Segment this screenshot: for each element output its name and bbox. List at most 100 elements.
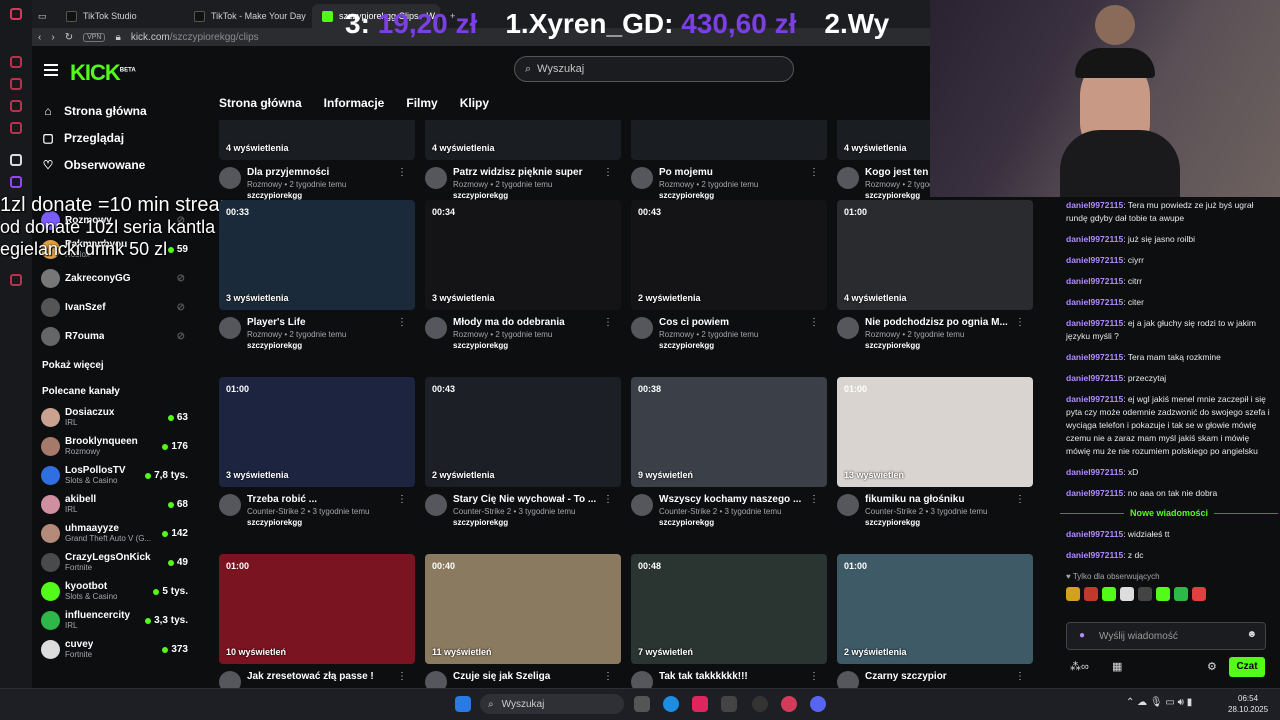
emote-icon[interactable] [1066,587,1080,601]
back-icon[interactable]: ‹ [38,32,41,43]
slack-icon[interactable] [721,696,737,712]
clip-card[interactable]: 00:40 11 wyświetleń Czuje się jak Szelig… [425,554,621,688]
avatar[interactable] [837,317,859,339]
chat-username[interactable]: daniel9972115 [1066,488,1123,498]
avatar[interactable] [631,671,653,688]
emoji-icon[interactable]: ☻ [1246,629,1257,640]
clip-title[interactable]: Trzeba robić ... [247,494,397,505]
tray-icons[interactable]: ⌃ ☁ 🎙︎ ▭ 🔊︎ ▮ [1126,697,1192,708]
clip-thumbnail[interactable]: 00:48 7 wyświetleń [631,554,827,664]
clip-title[interactable]: Patrz widzisz pięknie super [453,167,603,178]
clip-card[interactable]: 01:00 10 wyświetleń Jak zresetować złą p… [219,554,415,688]
avatar[interactable] [219,494,241,516]
messenger-icon[interactable] [10,78,22,90]
more-options-icon[interactable]: ⋮ [397,671,407,682]
avatar[interactable] [837,494,859,516]
channel-item[interactable]: Dosiaczux IRL 63 [32,403,202,432]
clip-title[interactable]: Dla przyjemności [247,167,397,178]
clip-title[interactable]: Jak zresetować złą passe ! [247,671,397,682]
more-options-icon[interactable]: ⋮ [397,317,407,328]
chat-icon[interactable] [10,100,22,112]
clip-thumbnail[interactable]: 00:34 3 wyświetlenia [425,200,621,310]
avatar[interactable] [219,167,241,189]
more-options-icon[interactable]: ⋮ [603,317,613,328]
more-options-icon[interactable]: ⋮ [809,494,819,505]
clip-author[interactable]: szczypiorekgg [659,518,809,527]
clip-author[interactable]: szczypiorekgg [247,191,397,200]
chat-username[interactable]: daniel9972115 [1066,352,1123,362]
nav-browse[interactable]: ▢ Przeglądaj [32,124,202,151]
clip-author[interactable]: szczypiorekgg [453,341,603,350]
clip-author[interactable]: szczypiorekgg [865,341,1015,350]
emote-icon[interactable] [1192,587,1206,601]
clip-card[interactable]: 01:00 13 wyświetleń fikumiku na głośniku… [837,377,1033,527]
more-options-icon[interactable]: ⋮ [1015,671,1025,682]
windows-start-icon[interactable] [455,696,471,712]
more-options-icon[interactable]: ⋮ [1015,494,1025,505]
chat-username[interactable]: daniel9972115 [1066,255,1123,265]
video-app-icon[interactable] [692,696,708,712]
channel-item[interactable]: kyootbot Slots & Casino 5 tys. [32,577,202,606]
points-icon[interactable]: ⁂∞ [1070,660,1089,673]
clip-title[interactable]: Stary Cię Nie wychował - To ... [453,494,603,505]
clip-thumbnail[interactable]: 00:33 3 wyświetlenia [219,200,415,310]
avatar[interactable] [837,671,859,688]
tab-tiktok-studio[interactable]: TikTok Studio [56,4,184,28]
url-text[interactable]: kick.com/szczypiorekgg/clips [131,32,259,43]
chat-username[interactable]: daniel9972115 [1066,318,1123,328]
tab-videos[interactable]: Filmy [406,96,437,110]
clip-title[interactable]: Player's Life [247,317,397,328]
clip-thumbnail[interactable]: 00:43 2 wyświetlenia [425,377,621,487]
clip-card[interactable]: 01:00 3 wyświetlenia Trzeba robić ... Co… [219,377,415,527]
clip-card[interactable]: 00:34 3 wyświetlenia Młody ma do odebran… [425,200,621,350]
clip-title[interactable]: Cos ci powiem [659,317,809,328]
avatar[interactable] [631,167,653,189]
more-options-icon[interactable]: ⋮ [603,167,613,178]
clip-thumbnail[interactable] [631,120,827,160]
opera-icon[interactable] [10,8,22,20]
chat-username[interactable]: daniel9972115 [1066,373,1123,383]
clip-thumbnail[interactable]: 01:00 4 wyświetlenia [837,200,1033,310]
clip-card[interactable]: 00:43 2 wyświetlenia Cos ci powiem Rozmo… [631,200,827,350]
reload-icon[interactable]: ↻ [65,32,73,43]
clip-thumbnail[interactable]: 01:00 2 wyświetlenia [837,554,1033,664]
discord-icon[interactable] [810,696,826,712]
clip-title[interactable]: Czuje się jak Szeliga [453,671,603,682]
clip-thumbnail[interactable]: 01:00 10 wyświetleń [219,554,415,664]
chat-username[interactable]: daniel9972115 [1066,467,1123,477]
clip-card[interactable]: 00:33 3 wyświetlenia Player's Life Rozmo… [219,200,415,350]
emote-icon[interactable] [1174,587,1188,601]
avatar[interactable] [219,671,241,688]
channel-item[interactable]: influencercity IRL 3,3 tys. [32,606,202,635]
avatar[interactable] [631,317,653,339]
clip-author[interactable]: szczypiorekgg [659,341,809,350]
channel-item[interactable]: akibell IRL 68 [32,490,202,519]
emote-icon[interactable] [1084,587,1098,601]
clip-thumbnail[interactable]: 00:43 2 wyświetlenia [631,200,827,310]
vpn-badge[interactable]: VPN [83,32,106,42]
chat-username[interactable]: daniel9972115 [1066,529,1123,539]
channel-item[interactable]: uhmaayyze Grand Theft Auto V (G... 142 [32,519,202,548]
clip-thumbnail[interactable]: 00:40 11 wyświetleń [425,554,621,664]
avatar[interactable] [425,317,447,339]
twitch-icon[interactable] [10,176,22,188]
aria-icon[interactable] [10,56,22,68]
channel-item[interactable]: Brooklynqueen Rozmowy 176 [32,432,202,461]
clip-title[interactable]: Tak tak takkkkkk!!! [659,671,809,682]
emote-icon[interactable] [1120,587,1134,601]
search-input[interactable]: ⌕ Wyszukaj [514,56,794,82]
clip-author[interactable]: szczypiorekgg [659,191,809,200]
obs-icon[interactable] [752,696,768,712]
chat-settings-icon[interactable]: ⚙ [1207,660,1217,673]
clip-card[interactable]: 4 wyświetlenia Dla przyjemności Rozmowy … [219,120,415,200]
more-options-icon[interactable]: ⋮ [603,671,613,682]
more-options-icon[interactable]: ⋮ [1015,317,1025,328]
tab-info[interactable]: Informacje [324,96,385,110]
channel-item[interactable]: R7ouma ⊘ [32,322,202,351]
channel-item[interactable]: cuvey Fortnite 373 [32,635,202,664]
clip-thumbnail[interactable]: 4 wyświetlenia [219,120,415,160]
clip-author[interactable]: szczypiorekgg [453,191,603,200]
avatar[interactable] [219,317,241,339]
instagram-icon[interactable] [10,122,22,134]
taskbar-search[interactable]: ⌕ Wyszukaj [480,694,624,714]
